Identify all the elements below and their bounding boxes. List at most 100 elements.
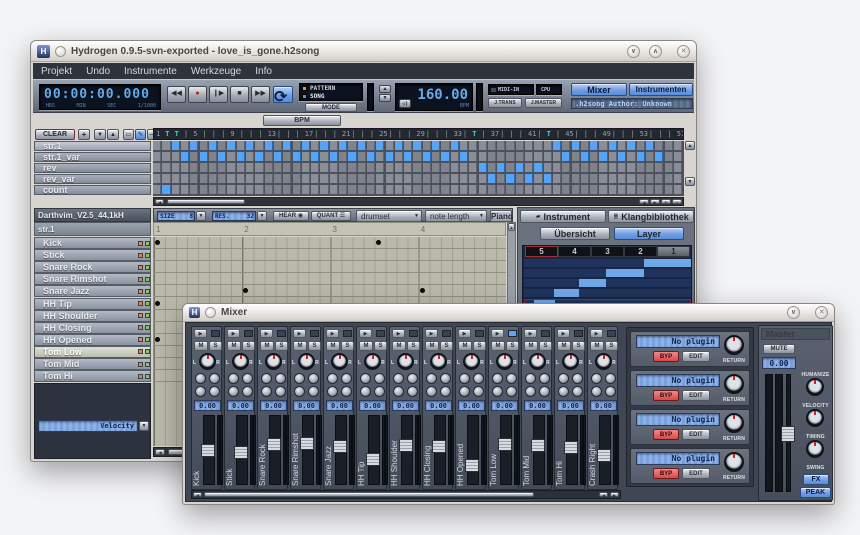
song-cell[interactable]: [385, 141, 394, 151]
fx-bypass-button[interactable]: BYP: [653, 468, 679, 479]
song-cell[interactable]: [525, 185, 534, 195]
hear-notes-button[interactable]: HEAR ◉: [273, 211, 309, 221]
song-cell[interactable]: [320, 185, 329, 195]
song-cell[interactable]: [655, 141, 664, 151]
channel-mute-button[interactable]: M: [392, 341, 406, 351]
song-cell[interactable]: [627, 163, 636, 173]
instrument-solo-led[interactable]: [145, 349, 150, 355]
song-cell[interactable]: [571, 163, 580, 173]
song-cell[interactable]: [339, 185, 348, 195]
channel-mute-button[interactable]: M: [260, 341, 274, 351]
fx-send-knob-1[interactable]: [426, 373, 437, 384]
song-cell[interactable]: [645, 185, 655, 195]
layer-row[interactable]: [524, 259, 691, 268]
pattern-res-dropdown-icon[interactable]: ▼: [257, 211, 267, 221]
pattern-row-count[interactable]: count: [34, 185, 151, 195]
song-cell[interactable]: [292, 174, 301, 184]
channel-pan-knob[interactable]: [298, 353, 315, 370]
song-cell[interactable]: [552, 152, 562, 162]
song-cell[interactable]: [348, 185, 357, 195]
clear-pattern-sequence-button[interactable]: CLEAR: [35, 129, 75, 140]
song-cell[interactable]: [422, 174, 431, 184]
note-dot[interactable]: [243, 288, 249, 294]
song-cell[interactable]: [673, 163, 683, 173]
instrument-rack-toggle-button[interactable]: Instrumenten Rack: [629, 83, 693, 106]
song-scroll-up-icon[interactable]: ▲: [685, 141, 695, 150]
song-cell[interactable]: [487, 185, 497, 195]
song-cell[interactable]: [236, 163, 245, 173]
fx-send-knob-4[interactable]: [374, 386, 385, 397]
channel-fader[interactable]: [467, 415, 479, 485]
fx-edit-button[interactable]: EDIT: [682, 351, 710, 362]
layer-header-3[interactable]: 3: [591, 246, 624, 257]
song-cell[interactable]: [664, 152, 673, 162]
channel-fader-handle[interactable]: [201, 443, 215, 457]
instrument-mute-led[interactable]: [138, 373, 143, 379]
song-cell[interactable]: [404, 174, 413, 184]
song-mode-label[interactable]: SONG: [310, 93, 324, 100]
song-cell-active[interactable]: [608, 141, 617, 151]
song-cell[interactable]: [441, 185, 450, 195]
instrument-mute-led[interactable]: [138, 349, 143, 355]
pattern-scroll-up-icon[interactable]: ▲: [508, 223, 515, 231]
song-cell[interactable]: [255, 185, 264, 195]
song-cell[interactable]: [608, 174, 617, 184]
fx-send-knob-4[interactable]: [242, 386, 253, 397]
song-cell[interactable]: [450, 163, 459, 173]
song-cell[interactable]: [450, 152, 459, 162]
channel-mute-button[interactable]: M: [491, 341, 505, 351]
instrument-row-tom-mid[interactable]: Tom Mid: [34, 358, 151, 371]
menu-item-werkzeuge[interactable]: Werkzeuge: [191, 66, 241, 77]
channel-solo-button[interactable]: S: [407, 341, 420, 351]
song-cell[interactable]: [664, 163, 673, 173]
song-cell[interactable]: [506, 141, 515, 151]
song-cell[interactable]: [543, 163, 552, 173]
fx-send-knob-1[interactable]: [558, 373, 569, 384]
channel-fader-handle[interactable]: [399, 438, 413, 452]
channel-solo-button[interactable]: S: [308, 341, 321, 351]
song-cell[interactable]: [590, 152, 599, 162]
note-length-dropdown[interactable]: note length ▼: [425, 210, 487, 222]
song-cell[interactable]: [636, 163, 645, 173]
song-cell[interactable]: [580, 174, 590, 184]
song-cell[interactable]: [199, 185, 208, 195]
channel-fader-handle[interactable]: [564, 440, 578, 454]
song-cell[interactable]: [357, 163, 366, 173]
song-cell[interactable]: [450, 185, 459, 195]
channel-play-button[interactable]: ▶: [260, 329, 273, 338]
instrument-row-kick[interactable]: Kick: [34, 237, 151, 250]
master-fader[interactable]: [765, 374, 795, 492]
jack-transport-button[interactable]: J.TRANS: [488, 98, 522, 108]
pattern-grid-row[interactable]: [154, 285, 506, 298]
fx-return-knob[interactable]: [724, 374, 744, 394]
song-cell[interactable]: [339, 174, 348, 184]
fx-send-knob-3[interactable]: [492, 386, 503, 397]
song-sequence-grid[interactable]: [153, 141, 684, 196]
piano-toggle-button[interactable]: Piano: [490, 210, 513, 222]
song-cell-active[interactable]: [357, 141, 366, 151]
song-cell[interactable]: [339, 152, 348, 162]
play-button[interactable]: ❙▶: [209, 86, 228, 103]
song-cell[interactable]: [413, 174, 422, 184]
fx-send-knob-2[interactable]: [407, 373, 418, 384]
mode-button[interactable]: MODE: [305, 103, 357, 112]
fx-bypass-button[interactable]: BYP: [653, 351, 679, 362]
song-cell[interactable]: [246, 163, 255, 173]
channel-solo-button[interactable]: S: [374, 341, 387, 351]
pattern-size-dropdown-icon[interactable]: ▼: [196, 211, 206, 221]
fx-return-knob[interactable]: [724, 335, 744, 355]
maximize-icon[interactable]: ∧: [649, 44, 662, 58]
channel-solo-button[interactable]: S: [440, 341, 453, 351]
song-cell[interactable]: [562, 174, 571, 184]
song-cell[interactable]: [618, 185, 627, 195]
song-cell[interactable]: [404, 185, 413, 195]
song-cell-active[interactable]: [478, 163, 487, 173]
song-cell[interactable]: [618, 141, 627, 151]
song-cell-active[interactable]: [571, 141, 580, 151]
fx-send-knob-2[interactable]: [209, 373, 220, 384]
song-cell[interactable]: [366, 174, 376, 184]
fx-send-knob-1[interactable]: [228, 373, 239, 384]
song-cell[interactable]: [506, 185, 515, 195]
mixer-hscroll-left-icon[interactable]: ◀: [193, 492, 202, 498]
layer-header-5[interactable]: 5: [525, 246, 558, 257]
